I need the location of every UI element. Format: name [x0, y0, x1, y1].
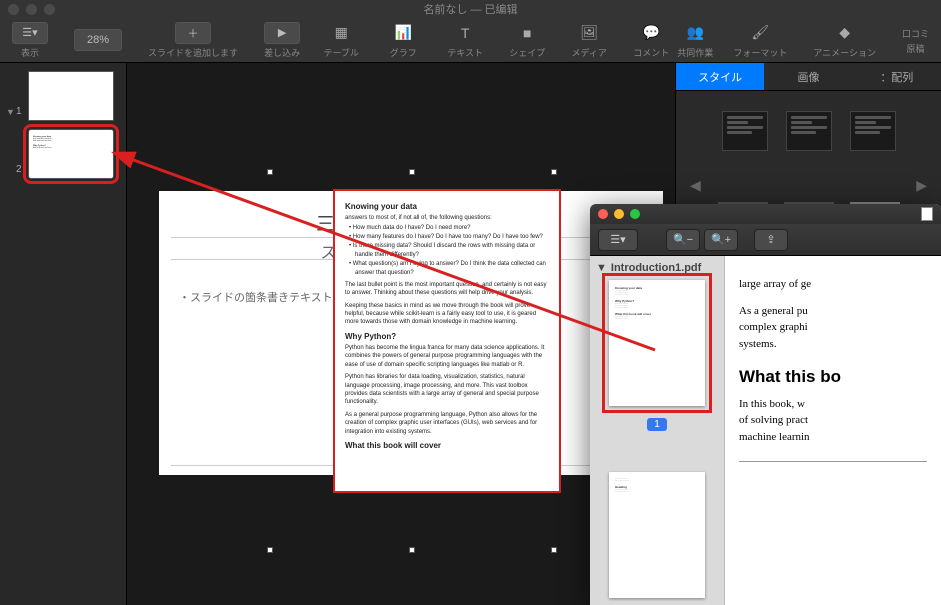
play-button[interactable]: ▶ 差し込み — [260, 20, 304, 61]
collapse-icon[interactable]: ▼ — [6, 107, 14, 117]
sidebar-toggle-button[interactable]: ☰▾ — [598, 229, 638, 251]
title-bar: 名前なし — 已编辑 — [0, 0, 941, 18]
add-slide-button[interactable]: ＋ スライドを追加します — [144, 20, 242, 61]
preview-toolbar: ☰▾ 🔍− 🔍+ ⇪ — [590, 224, 941, 256]
comment-button[interactable]: 💬コメント — [629, 20, 673, 61]
animate-button[interactable]: ◆アニメーション — [809, 20, 880, 61]
minimize-icon[interactable] — [614, 209, 624, 219]
tab-arrange[interactable]: ：配列 — [853, 63, 941, 90]
collab-icon: 👥 — [677, 22, 713, 44]
chart-icon: 📊 — [385, 22, 421, 44]
format-button[interactable]: 🖌フォーマット — [729, 20, 791, 61]
slide-number: 1 — [16, 106, 24, 117]
slide-number: 2 — [16, 164, 24, 175]
preview-filename[interactable]: ▼ Introduction1.pdf — [596, 262, 718, 274]
format-icon: 🖌 — [742, 22, 778, 44]
table-button[interactable]: ▦テーブル — [319, 20, 363, 61]
plus-magnify-icon: 🔍+ — [711, 233, 731, 246]
text-button[interactable]: Tテキスト — [443, 20, 487, 61]
share-button[interactable]: ⇪ — [754, 229, 788, 251]
slide-navigator: ▼ 1 2 Knowing your data text text text t… — [0, 63, 127, 605]
tab-image[interactable]: 画像 — [764, 63, 852, 90]
minimize-window-icon[interactable] — [26, 4, 37, 15]
slide-editor[interactable]: 三スライドのタイトル スライドのサブタイトルr ・スライドの箇条書きテキスト K… — [159, 191, 663, 475]
disclosure-icon[interactable]: ▼ — [596, 262, 607, 274]
style-presets — [686, 111, 931, 151]
doc-heading: Knowing your data — [345, 201, 549, 212]
media-button[interactable]: 🖼メディア — [567, 20, 611, 61]
doc-heading: What this book will cover — [345, 440, 549, 451]
preview-page-thumb-2[interactable]: ........................................… — [609, 472, 705, 598]
page-number-badge: 1 — [647, 418, 667, 431]
shape-icon: ■ — [509, 22, 545, 44]
prev-icon[interactable]: ◀ — [690, 177, 701, 194]
preview-heading: What this bo — [739, 364, 927, 390]
minus-magnify-icon: 🔍− — [673, 233, 693, 246]
preview-page-thumb-1[interactable]: Knowing your data ......................… — [609, 280, 705, 406]
table-icon: ▦ — [323, 22, 359, 44]
style-preset[interactable] — [786, 111, 832, 151]
comment-icon: 💬 — [633, 22, 669, 44]
media-icon: 🖼 — [571, 22, 607, 44]
zoom-icon[interactable] — [630, 209, 640, 219]
slide-bullet-placeholder[interactable]: ・スライドの箇条書きテキスト — [179, 289, 333, 305]
zoom-in-button[interactable]: 🔍+ — [704, 229, 738, 251]
collaborate-button[interactable]: 👥共同作業 — [673, 20, 717, 61]
dropped-pdf-page[interactable]: Knowing your data answers to most of, if… — [335, 191, 559, 491]
zoom-button[interactable]: 28% — [70, 20, 126, 61]
zoom-out-button[interactable]: 🔍− — [666, 229, 700, 251]
style-preset[interactable] — [850, 111, 896, 151]
animate-icon: ◆ — [827, 22, 863, 44]
preview-app-window: ☰▾ 🔍− 🔍+ ⇪ ▼ Introduction1.pdf Knowing y… — [590, 204, 941, 605]
tab-style[interactable]: スタイル — [676, 63, 764, 90]
preview-titlebar[interactable] — [590, 204, 941, 224]
document-proxy-icon[interactable] — [921, 207, 933, 221]
zoom-window-icon[interactable] — [44, 4, 55, 15]
view-button[interactable]: ☰▾ 表示 — [8, 20, 52, 61]
chart-button[interactable]: 📊グラフ — [381, 20, 425, 61]
shape-button[interactable]: ■シェイプ — [505, 20, 549, 61]
preview-thumbnail-sidebar: ▼ Introduction1.pdf Knowing your data ..… — [590, 256, 725, 605]
close-window-icon[interactable] — [8, 4, 19, 15]
document-button[interactable]: 口コミ原稿 — [898, 20, 933, 61]
share-icon: ⇪ — [766, 233, 775, 246]
document-title: 名前なし — 已编辑 — [423, 1, 517, 17]
slide-thumbnail-2[interactable]: Knowing your data text text text text te… — [28, 129, 114, 179]
next-icon[interactable]: ▶ — [916, 177, 927, 194]
text-icon: T — [447, 22, 483, 44]
slide-thumbnail-1[interactable] — [28, 71, 114, 121]
window-controls — [8, 4, 55, 15]
preview-page-content[interactable]: large array of ge As a general pu comple… — [725, 256, 941, 605]
main-toolbar: ☰▾ 表示 28% ＋ スライドを追加します ▶ 差し込み ▦テーブル 📊グラフ… — [0, 18, 941, 63]
close-icon[interactable] — [598, 209, 608, 219]
doc-heading: Why Python? — [345, 331, 549, 342]
style-preset[interactable] — [722, 111, 768, 151]
